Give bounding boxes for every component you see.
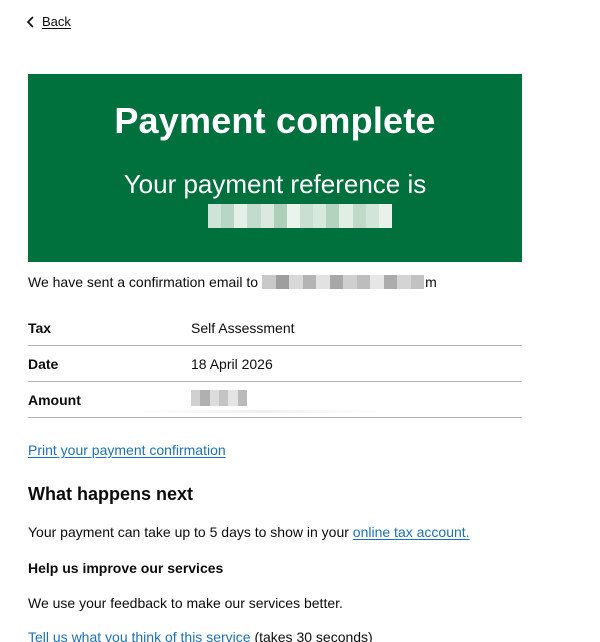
feedback-link[interactable]: Tell us what you think of this service	[28, 629, 251, 642]
redaction-blur	[128, 410, 392, 413]
email-redacted	[262, 275, 425, 289]
amount-redacted	[191, 390, 247, 406]
panel-body: Your payment reference is	[123, 169, 427, 199]
panel-title: Payment complete	[114, 100, 436, 141]
what-happens-next-text: Your payment can take up to 5 days to sh…	[28, 524, 470, 540]
summary-key: Tax	[28, 319, 52, 336]
feedback-duration: (takes 30 seconds)	[254, 629, 373, 642]
back-link[interactable]: Back	[26, 14, 71, 29]
back-label: Back	[42, 14, 71, 29]
summary-row-date: Date 18 April 2026	[28, 346, 522, 382]
payment-delay-text: Your payment can take up to 5 days to sh…	[28, 524, 349, 540]
summary-key: Date	[28, 355, 59, 372]
confirmation-email-line: We have sent a confirmation email to m	[28, 274, 437, 290]
online-tax-account-link[interactable]: online tax account.	[353, 524, 470, 540]
summary-row-tax: Tax Self Assessment	[28, 310, 522, 346]
email-tail: m	[425, 274, 437, 290]
summary-key: Amount	[28, 391, 81, 408]
payment-summary-list: Tax Self Assessment Date 18 April 2026 A…	[28, 310, 522, 418]
feedback-line: Tell us what you think of this service (…	[28, 629, 373, 642]
summary-value: Self Assessment	[191, 319, 295, 336]
payment-reference-redacted	[208, 204, 392, 228]
feedback-usage-text: We use your feedback to make our service…	[28, 595, 343, 611]
chevron-left-icon	[26, 15, 36, 28]
summary-value-amount	[191, 390, 522, 409]
confirmation-text: We have sent a confirmation email to	[28, 274, 259, 290]
confirmation-panel: Payment complete Your payment reference …	[28, 74, 522, 262]
summary-row-amount: Amount	[28, 382, 522, 418]
print-confirmation-link[interactable]: Print your payment confirmation	[28, 442, 226, 458]
summary-value: 18 April 2026	[191, 355, 273, 372]
improve-services-heading: Help us improve our services	[28, 560, 224, 576]
what-happens-next-heading: What happens next	[28, 484, 194, 504]
